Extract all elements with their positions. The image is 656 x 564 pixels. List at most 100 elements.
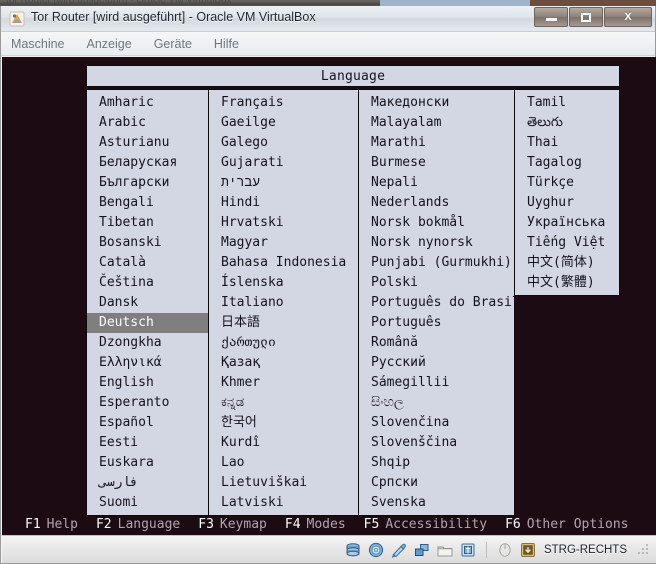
language-item[interactable]: Slovenščina <box>359 433 514 453</box>
language-item[interactable]: Čeština <box>87 273 208 293</box>
language-item[interactable]: 中文(繁體) <box>515 273 619 293</box>
language-item[interactable]: Македонски <box>359 93 514 113</box>
language-item[interactable]: Ελληνικά <box>87 353 208 373</box>
language-item[interactable]: Русский <box>359 353 514 373</box>
language-item[interactable]: English <box>87 373 208 393</box>
window-titlebar[interactable]: Tor Router [wird ausgeführt] - Oracle VM… <box>1 6 655 32</box>
close-button[interactable]: X <box>604 7 652 27</box>
language-item[interactable]: Беларуская <box>87 153 208 173</box>
language-item[interactable]: Українська <box>515 213 619 233</box>
language-item[interactable]: Hrvatski <box>209 213 358 233</box>
language-item[interactable]: Marathi <box>359 133 514 153</box>
language-item[interactable]: Malayalam <box>359 113 514 133</box>
language-item[interactable]: Norsk nynorsk <box>359 233 514 253</box>
language-item[interactable]: Sámegillii <box>359 373 514 393</box>
language-item[interactable]: Suomi <box>87 493 208 513</box>
language-item[interactable]: Lietuviškai <box>209 473 358 493</box>
language-item[interactable]: 中文(简体) <box>515 253 619 273</box>
language-item[interactable]: Amharic <box>87 93 208 113</box>
resize-grip[interactable] <box>638 543 650 556</box>
fkey-f6-other-options[interactable]: F6 Other Options <box>505 517 628 532</box>
language-item[interactable]: Polski <box>359 273 514 293</box>
language-item[interactable]: Galego <box>209 133 358 153</box>
language-item[interactable]: Khmer <box>209 373 358 393</box>
language-item[interactable]: Magyar <box>209 233 358 253</box>
language-item[interactable]: Français <box>209 93 358 113</box>
language-item[interactable]: Tiếng Việt <box>515 233 619 253</box>
language-column-3[interactable]: Македонски Malayalam Marathi Burmese Nepali N… <box>358 89 514 516</box>
mouse-integration-icon[interactable] <box>496 542 514 558</box>
language-item[interactable]: Bengali <box>87 193 208 213</box>
language-item[interactable]: Dansk <box>87 293 208 313</box>
language-item[interactable]: Bosanski <box>87 233 208 253</box>
language-item[interactable]: Kurdî <box>209 433 358 453</box>
language-item[interactable]: Català <box>87 253 208 273</box>
language-item[interactable]: Asturianu <box>87 133 208 153</box>
language-item[interactable]: Thai <box>515 133 619 153</box>
language-item[interactable]: Gaeilge <box>209 113 358 133</box>
language-item[interactable]: ქართული <box>209 333 358 353</box>
language-item[interactable]: Lao <box>209 453 358 473</box>
language-item[interactable]: Shqip <box>359 453 514 473</box>
minimize-button[interactable] <box>534 7 568 27</box>
language-item[interactable]: Burmese <box>359 153 514 173</box>
language-column-4[interactable]: Tamil తెలుగు Thai Tagalog Türkçe Uyghur Україн… <box>514 89 620 296</box>
hard-disk-icon[interactable] <box>344 542 362 558</box>
language-item[interactable]: Қазақ <box>209 353 358 373</box>
language-item[interactable]: Português do Brasil <box>359 293 514 313</box>
language-item[interactable]: Gujarati <box>209 153 358 173</box>
menu-maschine[interactable]: Maschine <box>11 37 65 51</box>
fkey-f4-modes[interactable]: F4 Modes <box>285 517 346 532</box>
language-item[interactable]: Türkçe <box>515 173 619 193</box>
language-item[interactable]: Español <box>87 413 208 433</box>
language-item[interactable]: Dzongkha <box>87 333 208 353</box>
language-item[interactable]: Esperanto <box>87 393 208 413</box>
language-item[interactable]: Hindi <box>209 193 358 213</box>
language-item[interactable]: Italiano <box>209 293 358 313</box>
usb-icon[interactable] <box>459 542 477 558</box>
language-item[interactable]: Norsk bokmål <box>359 213 514 233</box>
language-item[interactable]: Punjabi (Gurmukhi) <box>359 253 514 273</box>
language-item[interactable]: Bahasa Indonesia <box>209 253 358 273</box>
language-item[interactable]: Tagalog <box>515 153 619 173</box>
language-item[interactable]: ಕನ್ನಡ <box>209 393 358 413</box>
language-item[interactable]: فارسی <box>87 473 208 493</box>
language-item[interactable]: Tamil <box>515 93 619 113</box>
language-item[interactable]: Български <box>87 173 208 193</box>
language-item[interactable]: Íslenska <box>209 273 358 293</box>
language-item[interactable]: Nepali <box>359 173 514 193</box>
language-item[interactable]: Svenska <box>359 493 514 513</box>
language-item[interactable]: తెలుగు <box>515 113 619 133</box>
floppy-disk-icon[interactable] <box>390 542 408 558</box>
language-item[interactable]: Arabic <box>87 113 208 133</box>
maximize-button[interactable] <box>569 7 603 27</box>
fkey-f3-keymap[interactable]: F3 Keymap <box>198 517 267 532</box>
menu-hilfe[interactable]: Hilfe <box>214 37 239 51</box>
vm-screen[interactable]: Language Amharic Arabic Asturianu Беларуска… <box>2 57 656 535</box>
fkey-f1-help[interactable]: F1 Help <box>25 517 78 532</box>
language-item[interactable]: Deutsch <box>87 313 208 333</box>
language-item[interactable]: Euskara <box>87 453 208 473</box>
fkey-f5-accessibility[interactable]: F5 Accessibility <box>364 517 487 532</box>
language-item[interactable]: Tibetan <box>87 213 208 233</box>
network-icon[interactable] <box>413 542 431 558</box>
language-item[interactable]: עברית <box>209 173 358 193</box>
language-column-2[interactable]: Français Gaeilge Galego Gujarati עברית Hindi H… <box>208 89 358 516</box>
language-item[interactable]: Slovenčina <box>359 413 514 433</box>
host-key-icon[interactable] <box>519 542 537 558</box>
language-item[interactable]: Eesti <box>87 433 208 453</box>
menu-geraete[interactable]: Geräte <box>154 37 192 51</box>
language-item[interactable]: Latviski <box>209 493 358 513</box>
fkey-f2-language[interactable]: F2 Language <box>96 517 180 532</box>
language-item[interactable]: 한국어 <box>209 413 358 433</box>
language-item[interactable]: Română <box>359 333 514 353</box>
optical-disk-icon[interactable] <box>367 542 385 558</box>
language-item[interactable]: Nederlands <box>359 193 514 213</box>
language-item[interactable]: 日本語 <box>209 313 358 333</box>
menu-anzeige[interactable]: Anzeige <box>87 37 132 51</box>
language-item[interactable]: Српски <box>359 473 514 493</box>
language-item[interactable]: Português <box>359 313 514 333</box>
shared-folders-icon[interactable] <box>436 542 454 558</box>
language-column-1[interactable]: Amharic Arabic Asturianu Беларуская Българск… <box>86 89 208 516</box>
language-item[interactable]: සිංහල <box>359 393 514 413</box>
